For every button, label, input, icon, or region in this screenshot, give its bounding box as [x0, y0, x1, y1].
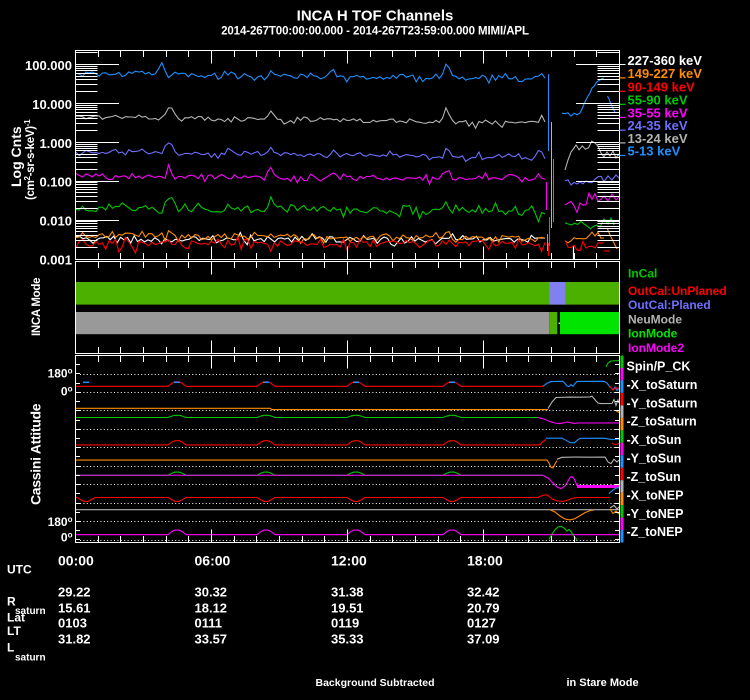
svg-text:18:00: 18:00	[467, 553, 503, 569]
svg-text:0.010: 0.010	[39, 214, 72, 229]
svg-text:00:00: 00:00	[58, 553, 94, 569]
svg-text:0.100: 0.100	[39, 175, 72, 190]
svg-text:-Z_toSun: -Z_toSun	[627, 470, 681, 484]
svg-text:15.61: 15.61	[58, 600, 91, 615]
svg-text:12:00: 12:00	[331, 553, 367, 569]
svg-text:LT: LT	[7, 624, 21, 638]
svg-text:19.51: 19.51	[331, 600, 364, 615]
svg-text:35.33: 35.33	[331, 631, 364, 646]
svg-text:0.001: 0.001	[39, 253, 72, 268]
svg-text:37.09: 37.09	[467, 631, 500, 646]
svg-text:0111: 0111	[195, 616, 223, 631]
svg-text:-Y_toSaturn: -Y_toSaturn	[627, 396, 698, 410]
svg-text:33.57: 33.57	[195, 631, 228, 646]
svg-text:31.38: 31.38	[331, 585, 364, 600]
svg-text:INCA Mode: INCA Mode	[31, 278, 43, 336]
svg-text:Log Cnts: Log Cnts	[8, 126, 24, 187]
svg-text:29.22: 29.22	[58, 585, 91, 600]
svg-text:31.82: 31.82	[58, 631, 91, 646]
svg-text:-Y_toNEP: -Y_toNEP	[627, 507, 684, 521]
svg-text:5-13 keV: 5-13 keV	[628, 144, 681, 159]
svg-text:-X_toNEP: -X_toNEP	[627, 488, 684, 502]
svg-text:10.000: 10.000	[32, 97, 72, 112]
svg-text:(cm2-sr-s-keV)-1: (cm2-sr-s-keV)-1	[23, 119, 37, 200]
svg-text:20.79: 20.79	[467, 600, 500, 615]
svg-text:L: L	[7, 640, 14, 654]
svg-text:Lat: Lat	[7, 610, 25, 624]
svg-text:IonMode2: IonMode2	[628, 341, 684, 355]
svg-text:-Z_toSaturn: -Z_toSaturn	[627, 415, 697, 429]
svg-text:OutCal:UnPlaned: OutCal:UnPlaned	[628, 284, 727, 298]
svg-text:32.42: 32.42	[467, 585, 500, 600]
svg-text:INCA H TOF Channels: INCA H TOF Channels	[297, 8, 454, 25]
svg-text:18.12: 18.12	[195, 600, 228, 615]
svg-text:NeuMode: NeuMode	[628, 313, 682, 327]
svg-text:Spin/P_CK: Spin/P_CK	[627, 360, 691, 374]
svg-text:0127: 0127	[467, 616, 496, 631]
svg-text:-X_toSaturn: -X_toSaturn	[627, 378, 698, 392]
svg-text:in Stare Mode: in Stare Mode	[566, 677, 638, 689]
svg-text:-Y_toSun: -Y_toSun	[627, 452, 682, 466]
svg-text:InCal: InCal	[628, 267, 657, 281]
svg-text:30.32: 30.32	[195, 585, 228, 600]
svg-text:100.000: 100.000	[25, 58, 72, 73]
svg-text:-X_toSun: -X_toSun	[627, 433, 682, 447]
svg-text:saturn: saturn	[15, 653, 46, 664]
svg-text:-Z_toNEP: -Z_toNEP	[627, 525, 683, 539]
svg-text:06:00: 06:00	[195, 553, 231, 569]
svg-text:0103: 0103	[58, 616, 87, 631]
svg-text:0119: 0119	[331, 616, 359, 631]
svg-text:UTC: UTC	[7, 563, 32, 577]
svg-text:Background Subtracted: Background Subtracted	[315, 677, 434, 689]
svg-text:1.000: 1.000	[39, 136, 72, 151]
svg-text:OutCal:Planed: OutCal:Planed	[628, 298, 711, 312]
svg-text:Cassini Attitude: Cassini Attitude	[28, 403, 44, 505]
svg-text:2014-267T00:00:00.000 - 2014-2: 2014-267T00:00:00.000 - 2014-267T23:59:0…	[221, 26, 529, 38]
svg-text:IonMode: IonMode	[628, 327, 678, 341]
